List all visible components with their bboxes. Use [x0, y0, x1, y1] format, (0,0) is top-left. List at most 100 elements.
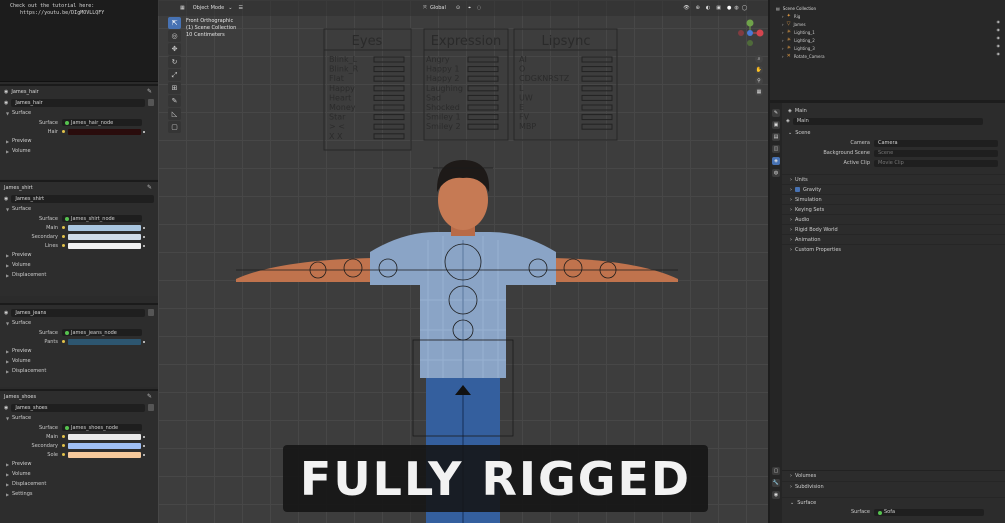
rig-slider[interactable]: [373, 66, 405, 73]
text-editor[interactable]: Check out the tutorial here: https://you…: [0, 0, 158, 82]
world-tab-icon[interactable]: ◍: [772, 169, 780, 177]
select-tool-icon[interactable]: ⇱: [168, 17, 181, 29]
outliner-item-james[interactable]: › ▽ James: [770, 20, 1005, 28]
pin-icon[interactable]: ✎: [147, 393, 152, 400]
section-surface[interactable]: ⌄ Surface: [782, 497, 1005, 507]
eye-icon[interactable]: ◉: [997, 18, 1001, 26]
navigation-gizmo[interactable]: [738, 18, 768, 48]
chevron-right-icon[interactable]: ›: [782, 38, 784, 43]
rig-slider[interactable]: [467, 104, 499, 111]
outliner-item-lighting-1[interactable]: › ☀ Lighting_1: [770, 28, 1005, 36]
zoom-icon[interactable]: ⌕: [755, 55, 763, 63]
section-surface[interactable]: Surface: [12, 415, 31, 421]
section-gravity[interactable]: › Gravity: [782, 184, 1005, 194]
scene-tab-icon[interactable]: ◈: [772, 157, 780, 165]
rig-slider[interactable]: [581, 114, 613, 121]
section-preview[interactable]: Preview: [12, 138, 31, 144]
rig-slider[interactable]: [373, 123, 405, 130]
section-volume[interactable]: Volume: [12, 471, 31, 477]
color-swatch-sole[interactable]: [68, 451, 141, 458]
rig-slider[interactable]: [373, 56, 405, 63]
rig-slider[interactable]: [467, 85, 499, 92]
section-preview[interactable]: Preview: [12, 252, 31, 258]
output-tab-icon[interactable]: ▤: [772, 133, 780, 141]
object-tab-icon[interactable]: ▢: [772, 467, 780, 475]
node-field[interactable]: James_jeans_node: [62, 329, 142, 336]
section-subdivision[interactable]: › Subdivision: [782, 481, 1005, 491]
ortho-toggle-icon[interactable]: ▦: [755, 88, 763, 96]
chevron-right-icon[interactable]: ›: [782, 14, 784, 19]
rig-slider[interactable]: [581, 123, 613, 130]
section-simulation[interactable]: › Simulation: [782, 194, 1005, 204]
color-swatch-secondary[interactable]: [68, 233, 141, 240]
rig-slider[interactable]: [581, 66, 613, 73]
rig-slider[interactable]: [373, 114, 405, 121]
transform-tool-icon[interactable]: ⊞: [168, 82, 181, 94]
rotate-tool-icon[interactable]: ↻: [168, 56, 181, 68]
surface-field[interactable]: Sofa: [874, 509, 984, 516]
outliner-item-rotate-camera[interactable]: › ✕ Rotate_Camera: [770, 52, 1005, 60]
rig-slider[interactable]: [467, 94, 499, 101]
color-swatch-pants[interactable]: [68, 338, 141, 345]
eye-icon[interactable]: ◉: [997, 50, 1001, 58]
eye-icon[interactable]: ◉: [997, 34, 1001, 42]
material-tab-icon[interactable]: ◉: [772, 491, 780, 499]
section-animation[interactable]: › Animation: [782, 234, 1005, 244]
section-custom-properties[interactable]: › Custom Properties: [782, 244, 1005, 254]
rig-slider[interactable]: [373, 133, 405, 140]
section-volume[interactable]: Volume: [12, 148, 31, 154]
camera-field[interactable]: Camera: [874, 140, 998, 147]
scale-tool-icon[interactable]: ⤢: [168, 69, 181, 81]
color-swatch-secondary[interactable]: [68, 442, 141, 449]
node-field[interactable]: James_hair_node: [62, 119, 142, 126]
move-tool-icon[interactable]: ✥: [168, 43, 181, 55]
rig-slider[interactable]: [581, 94, 613, 101]
rig-slider[interactable]: [373, 104, 405, 111]
section-surface[interactable]: Surface: [12, 206, 31, 212]
background-scene-field[interactable]: Scene: [874, 150, 998, 157]
chevron-right-icon[interactable]: ›: [782, 54, 784, 59]
active-clip-field[interactable]: Movie Clip: [874, 160, 998, 167]
outliner-item-lighting-3[interactable]: › ☀ Lighting_3: [770, 44, 1005, 52]
eye-icon[interactable]: ◉: [997, 42, 1001, 50]
rig-slider[interactable]: [467, 56, 499, 63]
tool-tab-icon[interactable]: ✎: [772, 109, 780, 117]
section-volumes[interactable]: › Volumes: [782, 471, 1005, 481]
chevron-right-icon[interactable]: ›: [782, 30, 784, 35]
scene-name-field[interactable]: Main: [792, 117, 983, 125]
section-preview[interactable]: Preview: [12, 348, 31, 354]
section-audio[interactable]: › Audio: [782, 214, 1005, 224]
rig-panel-expression[interactable]: Expression AngryHappy 1Happy 2LaughingSa…: [423, 28, 509, 141]
rig-slider[interactable]: [467, 123, 499, 130]
rig-slider[interactable]: [581, 56, 613, 63]
material-slot-field[interactable]: James_hair: [11, 98, 145, 107]
camera-view-icon[interactable]: ⚲: [755, 77, 763, 85]
rig-panel-lipsync[interactable]: Lipsync AIOCDGKNRSTZLUWEFVMBP: [513, 28, 618, 141]
cursor-tool-icon[interactable]: ◎: [168, 30, 181, 42]
section-settings[interactable]: Settings: [12, 491, 33, 497]
section-volume[interactable]: Volume: [12, 262, 31, 268]
section-displacement[interactable]: Displacement: [12, 272, 46, 278]
color-swatch-hair[interactable]: [68, 128, 141, 135]
rig-slider[interactable]: [467, 75, 499, 82]
render-tab-icon[interactable]: ▣: [772, 121, 780, 129]
section-preview[interactable]: Preview: [12, 461, 31, 467]
material-slot-field[interactable]: James_shoes: [11, 403, 145, 412]
material-slot-field[interactable]: James_shirt: [11, 194, 154, 203]
section-surface[interactable]: Surface: [12, 110, 31, 116]
node-field[interactable]: James_shoes_node: [62, 424, 142, 431]
material-browse-button[interactable]: [148, 99, 154, 106]
pin-icon[interactable]: ✎: [147, 184, 152, 191]
chevron-right-icon[interactable]: ›: [782, 22, 784, 27]
rig-slider[interactable]: [467, 66, 499, 73]
rig-slider[interactable]: [373, 94, 405, 101]
section-rigid-body-world[interactable]: › Rigid Body World: [782, 224, 1005, 234]
color-swatch-main[interactable]: [68, 433, 141, 440]
color-swatch-lines[interactable]: [68, 242, 141, 249]
add-cube-tool-icon[interactable]: ▢: [168, 121, 181, 133]
section-surface[interactable]: Surface: [12, 320, 31, 326]
section-keying-sets[interactable]: › Keying Sets: [782, 204, 1005, 214]
rig-slider[interactable]: [373, 75, 405, 82]
gravity-checkbox[interactable]: [795, 187, 800, 192]
outliner-item-rig[interactable]: › ✦ Rig: [770, 12, 1005, 20]
